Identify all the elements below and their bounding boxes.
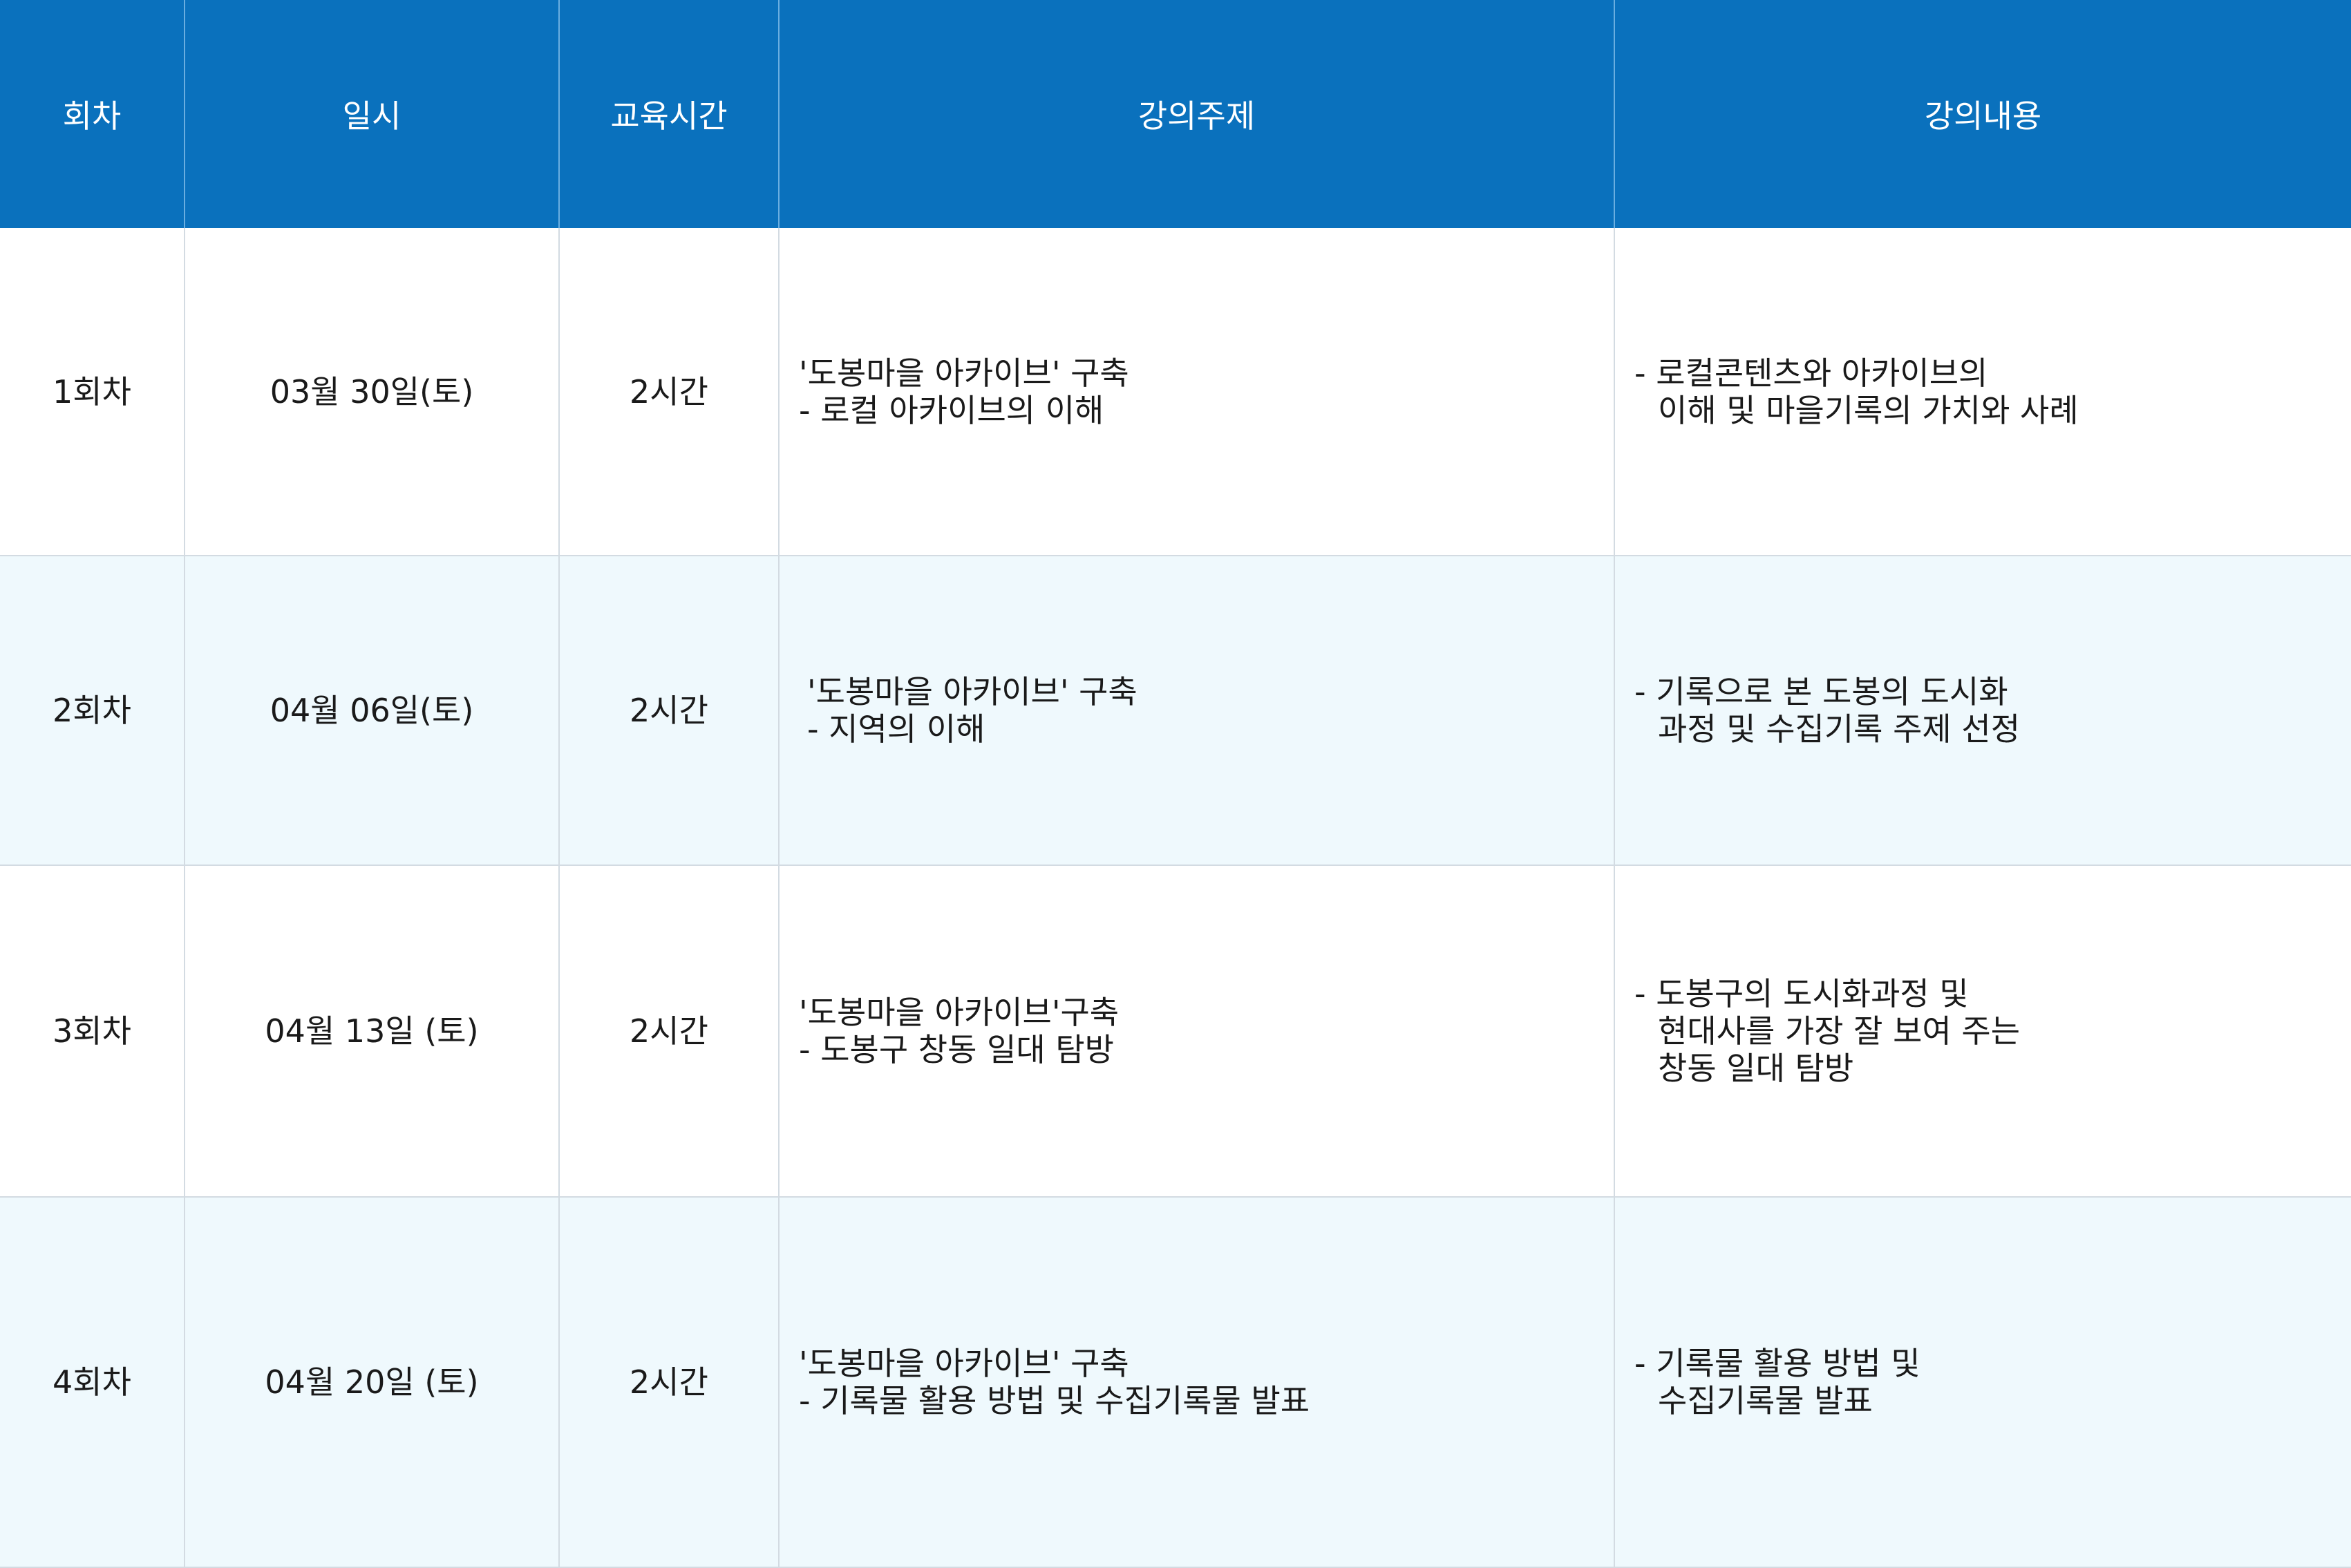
content-line: 창동 일대 탐방	[1658, 1050, 1854, 1087]
topic-line: '도봉마을 아카이브' 구축	[799, 354, 1129, 392]
content-line: - 로컬콘텐츠와 아카이브의	[1634, 354, 1988, 392]
header-session: 회차	[0, 0, 185, 228]
topic-cell: '도봉마을 아카이브' 구축 - 로컬 아카이브의 이해	[778, 228, 1614, 556]
topic-line: '도봉마을 아카이브'구축	[799, 994, 1120, 1031]
content-line: - 기록물 활용 방법 및	[1634, 1345, 1920, 1382]
date-cell: 04월 06일(토)	[184, 556, 559, 866]
topic-cell: '도봉마을 아카이브' 구축 - 기록물 활용 방법 및 수집기록물 발표	[778, 1197, 1614, 1568]
table-row: 2회차 04월 06일(토) 2시간 '도봉마을 아카이브' 구축 - 지역의 …	[0, 556, 2351, 866]
session-cell: 2회차	[0, 556, 185, 866]
date-cell: 04월 13일 (토)	[184, 865, 559, 1198]
topic-cell: '도봉마을 아카이브'구축 - 도봉구 창동 일대 탐방	[778, 865, 1614, 1198]
header-content: 강의내용	[1614, 0, 2351, 228]
topic-line: - 로컬 아카이브의 이해	[799, 391, 1104, 429]
content-line: 현대사를 가장 잘 보여 주는	[1658, 1012, 2021, 1050]
hours-cell: 2시간	[558, 228, 779, 556]
content-line: 과정 및 수집기록 주제 선정	[1658, 710, 2021, 748]
content-cell: - 로컬콘텐츠와 아카이브의 이해 및 마을기록의 가치와 사례	[1614, 228, 2351, 556]
topic-line: - 기록물 활용 방법 및 수집기록물 발표	[799, 1382, 1310, 1419]
content-cell: - 기록물 활용 방법 및 수집기록물 발표	[1614, 1197, 2351, 1568]
table-row: 1회차 03월 30일(토) 2시간 '도봉마을 아카이브' 구축 - 로컬 아…	[0, 228, 2351, 556]
table-row: 3회차 04월 13일 (토) 2시간 '도봉마을 아카이브'구축 - 도봉구 …	[0, 865, 2351, 1198]
date-cell: 04월 20일 (토)	[184, 1197, 559, 1568]
hours-cell: 2시간	[558, 1197, 779, 1568]
content-cell: - 도봉구의 도시화과정 및 현대사를 가장 잘 보여 주는 창동 일대 탐방	[1614, 865, 2351, 1198]
session-cell: 3회차	[0, 865, 185, 1198]
content-line: 수집기록물 발표	[1658, 1382, 1873, 1419]
topic-line: - 지역의 이해	[807, 710, 985, 748]
header-topic: 강의주제	[778, 0, 1614, 228]
hours-cell: 2시간	[558, 865, 779, 1198]
content-line: - 도봉구의 도시화과정 및	[1634, 975, 1969, 1012]
hours-cell: 2시간	[558, 556, 779, 866]
content-line: 이해 및 마을기록의 가치와 사례	[1658, 391, 2079, 429]
session-cell: 1회차	[0, 228, 185, 556]
schedule-table: 회차 일시 교육시간 강의주제 강의내용 1회차 03월 30일(토) 2시간 …	[0, 0, 2351, 1568]
content-line: - 기록으로 본 도봉의 도시화	[1634, 673, 2008, 710]
topic-cell: '도봉마을 아카이브' 구축 - 지역의 이해	[778, 556, 1614, 866]
header-row: 회차 일시 교육시간 강의주제 강의내용	[0, 0, 2351, 228]
session-cell: 4회차	[0, 1197, 185, 1568]
content-cell: - 기록으로 본 도봉의 도시화 과정 및 수집기록 주제 선정	[1614, 556, 2351, 866]
topic-line: '도봉마을 아카이브' 구축	[799, 1345, 1129, 1382]
topic-line: - 도봉구 창동 일대 탐방	[799, 1031, 1114, 1068]
header-date: 일시	[184, 0, 559, 228]
topic-line: '도봉마을 아카이브' 구축	[807, 673, 1137, 710]
date-cell: 03월 30일(토)	[184, 228, 559, 556]
table-row: 4회차 04월 20일 (토) 2시간 '도봉마을 아카이브' 구축 - 기록물…	[0, 1197, 2351, 1568]
header-hours: 교육시간	[558, 0, 779, 228]
